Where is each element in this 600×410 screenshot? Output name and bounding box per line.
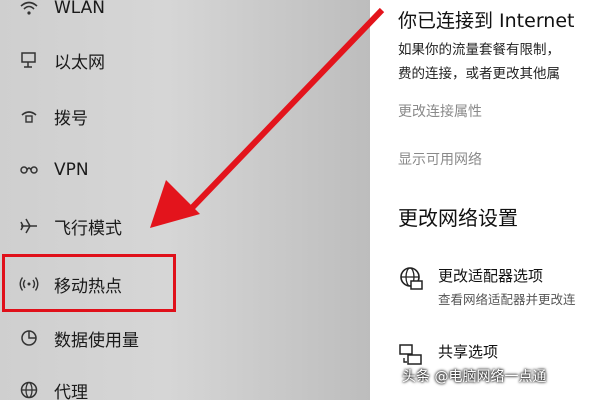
sidebar-item-airplane-mode[interactable]: 飞行模式 (0, 206, 330, 246)
highlight-box (2, 254, 176, 312)
vpn-icon (18, 159, 40, 181)
status-description: 如果你的流量套餐有限制， (398, 42, 560, 58)
network-status-panel: 你已连接到 Internet 如果你的流量套餐有限制， 费的连接，或者更改其他属… (370, 0, 600, 400)
sidebar-item-label: 数据使用量 (54, 330, 139, 351)
adapter-icon (398, 266, 424, 292)
sidebar-item-wlan[interactable]: WLAN (0, 0, 330, 28)
status-description: 费的连接，或者更改其他属 (398, 66, 560, 82)
airplane-icon (18, 215, 40, 237)
wifi-icon (18, 0, 40, 19)
sidebar-item-dialup[interactable]: 拨号 (0, 96, 330, 136)
sidebar-item-label: VPN (54, 160, 89, 180)
globe-icon (18, 379, 40, 401)
sidebar-item-label: WLAN (54, 0, 106, 18)
data-usage-icon (18, 327, 40, 349)
settings-sidebar: WLAN 以太网 拨号 VPN 飞行模式 移动热点 数据使用量 代理 (0, 0, 370, 403)
sidebar-item-label: 飞行模式 (54, 218, 122, 239)
sidebar-item-data-usage[interactable]: 数据使用量 (0, 318, 330, 358)
sidebar-item-label: 代理 (54, 382, 88, 403)
sidebar-item-ethernet[interactable]: 以太网 (0, 40, 330, 80)
dialup-icon (18, 105, 40, 127)
option-title: 共享选项 (438, 343, 499, 361)
show-available-networks-link[interactable]: 显示可用网络 (398, 149, 482, 169)
section-title: 更改网络设置 (398, 206, 518, 230)
watermark: 头条 @电脑网络一点通 (402, 369, 547, 385)
sidebar-item-vpn[interactable]: VPN (0, 150, 330, 190)
sidebar-item-label: 拨号 (54, 108, 88, 129)
connection-status-title: 你已连接到 Internet (398, 10, 575, 32)
option-subtitle: 查看网络适配器并更改连 (438, 292, 576, 307)
change-connection-properties-link[interactable]: 更改连接属性 (398, 101, 482, 121)
sidebar-item-label: 以太网 (54, 52, 105, 73)
sharing-icon (398, 342, 424, 368)
option-title: 更改适配器选项 (438, 267, 544, 285)
ethernet-icon (18, 49, 40, 71)
sidebar-item-proxy[interactable]: 代理 (0, 370, 330, 410)
